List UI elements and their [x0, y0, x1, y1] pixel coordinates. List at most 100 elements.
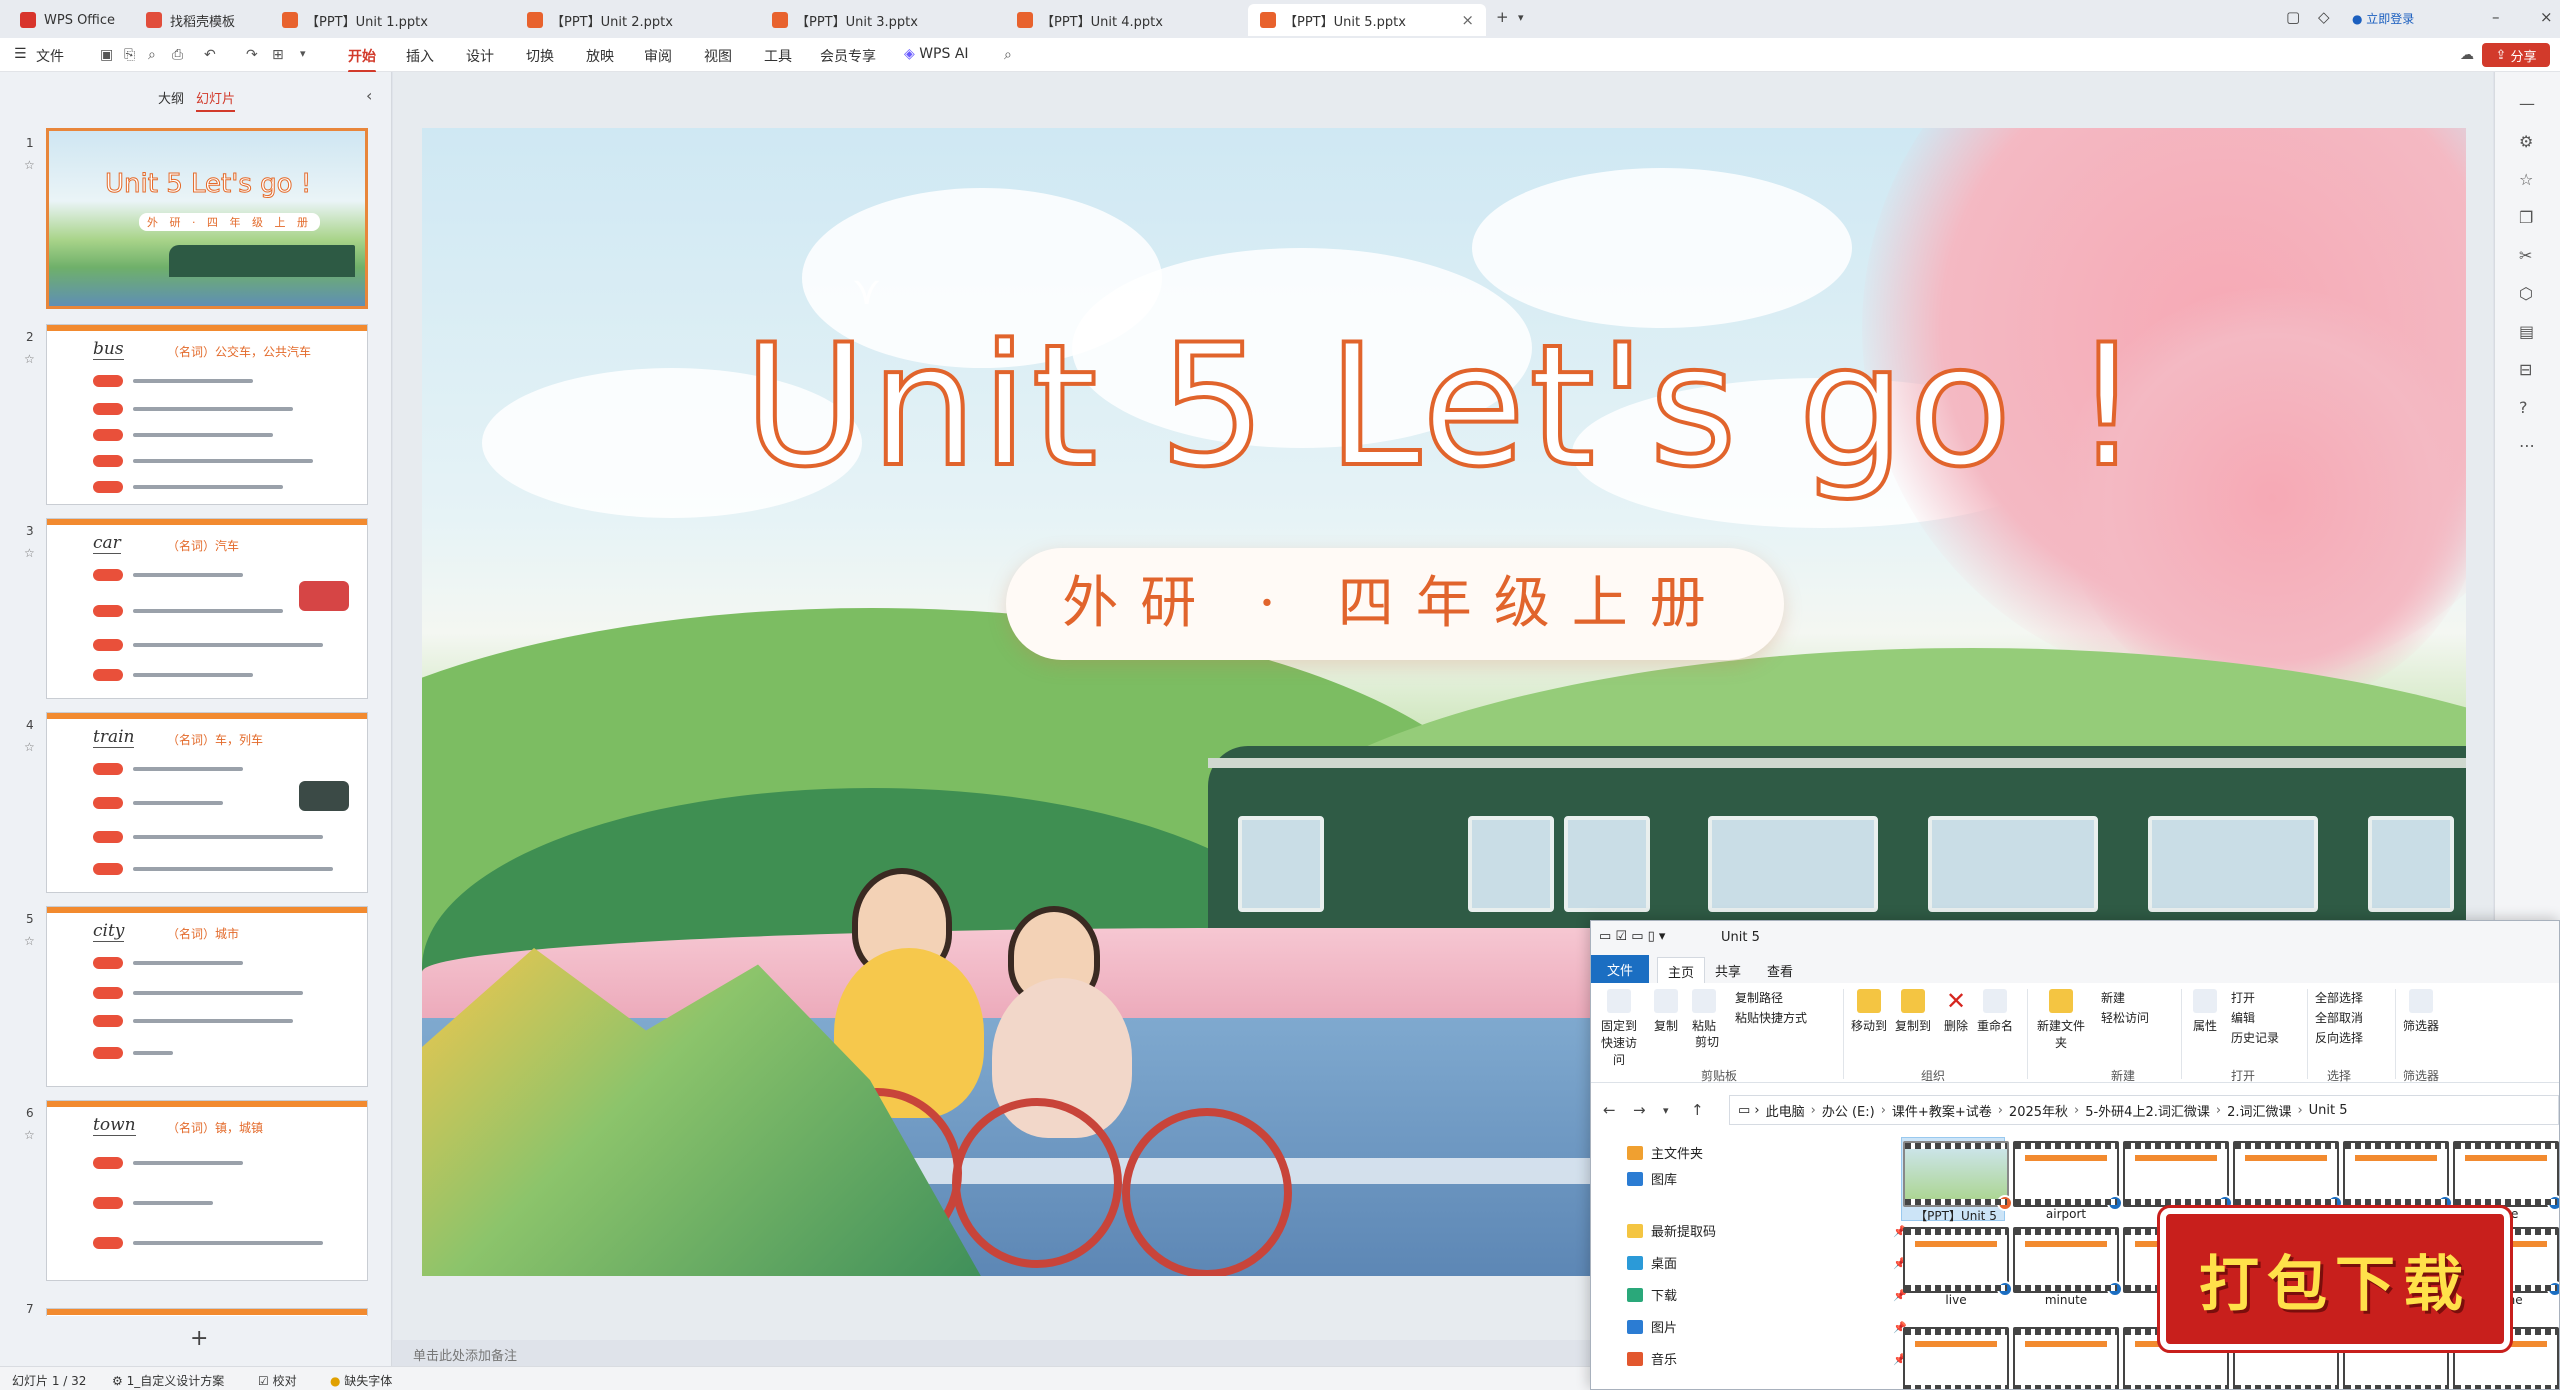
tool-icon[interactable]: ✂	[2519, 246, 2532, 265]
tab-unit4[interactable]: 【PPT】Unit 4.pptx	[1005, 4, 1243, 36]
file-thumbnail[interactable]	[1903, 1327, 2009, 1389]
format-painter-icon[interactable]: ⊞	[272, 47, 284, 63]
ribbon-tab-view[interactable]: 查看	[1767, 961, 1793, 980]
add-slide-button[interactable]: +	[190, 1326, 208, 1351]
menu-wps-ai[interactable]: ◈ WPS AI	[904, 46, 969, 62]
redo-icon[interactable]: ↷	[246, 47, 258, 63]
save-icon[interactable]: ▣	[100, 47, 113, 63]
menu-design[interactable]: 设计	[466, 46, 494, 66]
tab-unit3[interactable]: 【PPT】Unit 3.pptx	[760, 4, 998, 36]
slide-subtitle[interactable]: 外研 · 四年级上册	[1006, 548, 1784, 660]
chevron-down-icon[interactable]: ▾	[300, 47, 306, 60]
select-none-button[interactable]: 全部取消	[2315, 1009, 2363, 1026]
tab-template[interactable]: 找稻壳模板	[134, 4, 274, 36]
copy-button[interactable]: 复制	[1651, 989, 1681, 1034]
tab-slides[interactable]: 幻灯片	[196, 88, 236, 112]
bookmark-icon[interactable]: ⊟	[2519, 360, 2532, 379]
menu-review[interactable]: 审阅	[644, 46, 672, 66]
help-icon[interactable]: ?	[2519, 398, 2528, 417]
breadcrumb[interactable]: 2025年秋	[2009, 1101, 2068, 1120]
slide-thumbnail-2[interactable]: bus （名词）公交车，公共汽车	[46, 324, 368, 505]
notes-placeholder[interactable]: 单击此处添加备注	[393, 1340, 1593, 1366]
new-folder-button[interactable]: 新建文件夹	[2035, 989, 2087, 1051]
export-pdf-icon[interactable]: ⎘	[124, 47, 135, 63]
window-layout-icon[interactable]: ▢	[2286, 8, 2300, 26]
file-thumbnail[interactable]	[2013, 1141, 2123, 1211]
cube-icon[interactable]: ◇	[2318, 8, 2330, 26]
search-icon[interactable]: ⌕	[1004, 47, 1012, 63]
breadcrumb[interactable]: Unit 5	[2309, 1103, 2348, 1118]
file-thumbnail[interactable]	[2123, 1141, 2233, 1211]
undo-icon[interactable]: ↶	[204, 47, 216, 63]
close-icon[interactable]: ×	[1461, 11, 1474, 29]
slide-thumbnail-5[interactable]: city （名词）城市	[46, 906, 368, 1087]
slide-title[interactable]: Unit 5 Let's go !	[422, 306, 2466, 506]
cut-button[interactable]: 剪切	[1695, 1033, 1719, 1050]
file-name[interactable]: live	[1903, 1293, 2009, 1307]
menu-slideshow[interactable]: 放映	[586, 46, 614, 66]
file-name[interactable]: 【PPT】Unit 5	[1903, 1207, 2009, 1224]
new-item-button[interactable]: 新建	[2101, 989, 2125, 1006]
paste-button[interactable]: 粘贴	[1689, 989, 1719, 1034]
minus-icon[interactable]: —	[2519, 94, 2535, 113]
paste-shortcut-button[interactable]: 粘贴快捷方式	[1735, 1009, 1807, 1026]
invert-selection-button[interactable]: 反向选择	[2315, 1029, 2363, 1046]
file-thumbnail[interactable]	[2343, 1141, 2453, 1211]
menu-transition[interactable]: 切换	[526, 46, 554, 66]
cloud-sync-icon[interactable]: ☁	[2460, 47, 2474, 63]
settings-icon[interactable]: ⚙	[2519, 132, 2533, 151]
breadcrumb[interactable]: 此电脑	[1766, 1101, 1805, 1120]
file-thumbnail[interactable]	[2233, 1141, 2343, 1211]
nav-home[interactable]: 主文件夹	[1627, 1143, 1703, 1162]
star-icon[interactable]: ☆	[24, 740, 35, 754]
move-to-button[interactable]: 移动到	[1849, 989, 1889, 1034]
share-button[interactable]: ⇪ 分享	[2482, 43, 2550, 67]
nav-downloads[interactable]: 下载	[1627, 1285, 1677, 1304]
menu-home[interactable]: 开始	[348, 46, 376, 73]
collapse-panel-icon[interactable]: ‹	[366, 86, 372, 105]
copy-path-button[interactable]: 复制路径	[1735, 989, 1783, 1006]
filter-button[interactable]: 筛选器	[2401, 989, 2441, 1034]
slide-thumbnail-3[interactable]: car （名词）汽车	[46, 518, 368, 699]
open-button[interactable]: 打开	[2231, 989, 2255, 1006]
file-thumbnail[interactable]	[1903, 1141, 2013, 1211]
up-icon[interactable]: ↑	[1691, 1101, 1704, 1119]
properties-button[interactable]: 属性	[2189, 989, 2221, 1034]
forward-icon[interactable]: →	[1633, 1101, 1646, 1119]
print-preview-icon[interactable]: ⌕	[148, 47, 156, 63]
nav-pictures[interactable]: 图片	[1627, 1317, 1677, 1336]
easy-access-button[interactable]: 轻松访问	[2101, 1009, 2149, 1026]
breadcrumb[interactable]: 课件+教案+试卷	[1892, 1101, 1992, 1120]
new-tab-button[interactable]: +	[1496, 8, 1509, 26]
download-package-banner[interactable]: 打包下载	[2157, 1205, 2513, 1353]
chevron-down-icon[interactable]: ▾	[1518, 11, 1524, 24]
hamburger-icon[interactable]: ☰	[14, 46, 27, 62]
minimize-icon[interactable]: –	[2492, 8, 2500, 26]
tab-unit5[interactable]: 【PPT】Unit 5.pptx ×	[1248, 4, 1486, 36]
back-icon[interactable]: ←	[1603, 1101, 1616, 1119]
address-bar[interactable]: ▭ › 此电脑 › 办公 (E:) › 课件+教案+试卷 › 2025年秋 › 5-外研…	[1729, 1095, 2559, 1125]
tab-unit1[interactable]: 【PPT】Unit 1.pptx	[270, 4, 508, 36]
file-name[interactable]: minute	[2013, 1293, 2119, 1307]
rename-button[interactable]: 重命名	[1975, 989, 2015, 1034]
star-icon[interactable]: ☆	[24, 352, 35, 366]
slide-thumbnail-6[interactable]: town （名词）镇，城镇	[46, 1100, 368, 1281]
menu-file[interactable]: 文件	[36, 46, 64, 66]
menu-tools[interactable]: 工具	[764, 46, 792, 66]
copy-icon[interactable]: ❐	[2519, 208, 2533, 227]
slide-thumbnail-7[interactable]	[46, 1308, 368, 1316]
slide-thumbnail-1[interactable]: Unit 5 Let's go ! 外 研 · 四 年 级 上 册	[46, 128, 368, 309]
image-icon[interactable]: ▤	[2519, 322, 2534, 341]
file-thumbnail[interactable]	[1903, 1227, 2013, 1297]
slide-thumbnail-4[interactable]: train （名词）车，列车	[46, 712, 368, 893]
nav-music[interactable]: 音乐	[1627, 1349, 1677, 1368]
edit-button[interactable]: 编辑	[2231, 1009, 2255, 1026]
file-thumbnail[interactable]	[2013, 1227, 2123, 1297]
breadcrumb[interactable]: 办公 (E:)	[1822, 1101, 1875, 1120]
menu-view[interactable]: 视图	[704, 46, 732, 66]
nav-desktop[interactable]: 桌面	[1627, 1253, 1677, 1272]
file-thumbnail[interactable]	[2453, 1141, 2559, 1211]
breadcrumb[interactable]: 5-外研4上2.词汇微课	[2085, 1101, 2210, 1120]
tab-wps-office[interactable]: WPS Office	[8, 4, 138, 36]
breadcrumb[interactable]: 2.词汇微课	[2227, 1101, 2291, 1120]
